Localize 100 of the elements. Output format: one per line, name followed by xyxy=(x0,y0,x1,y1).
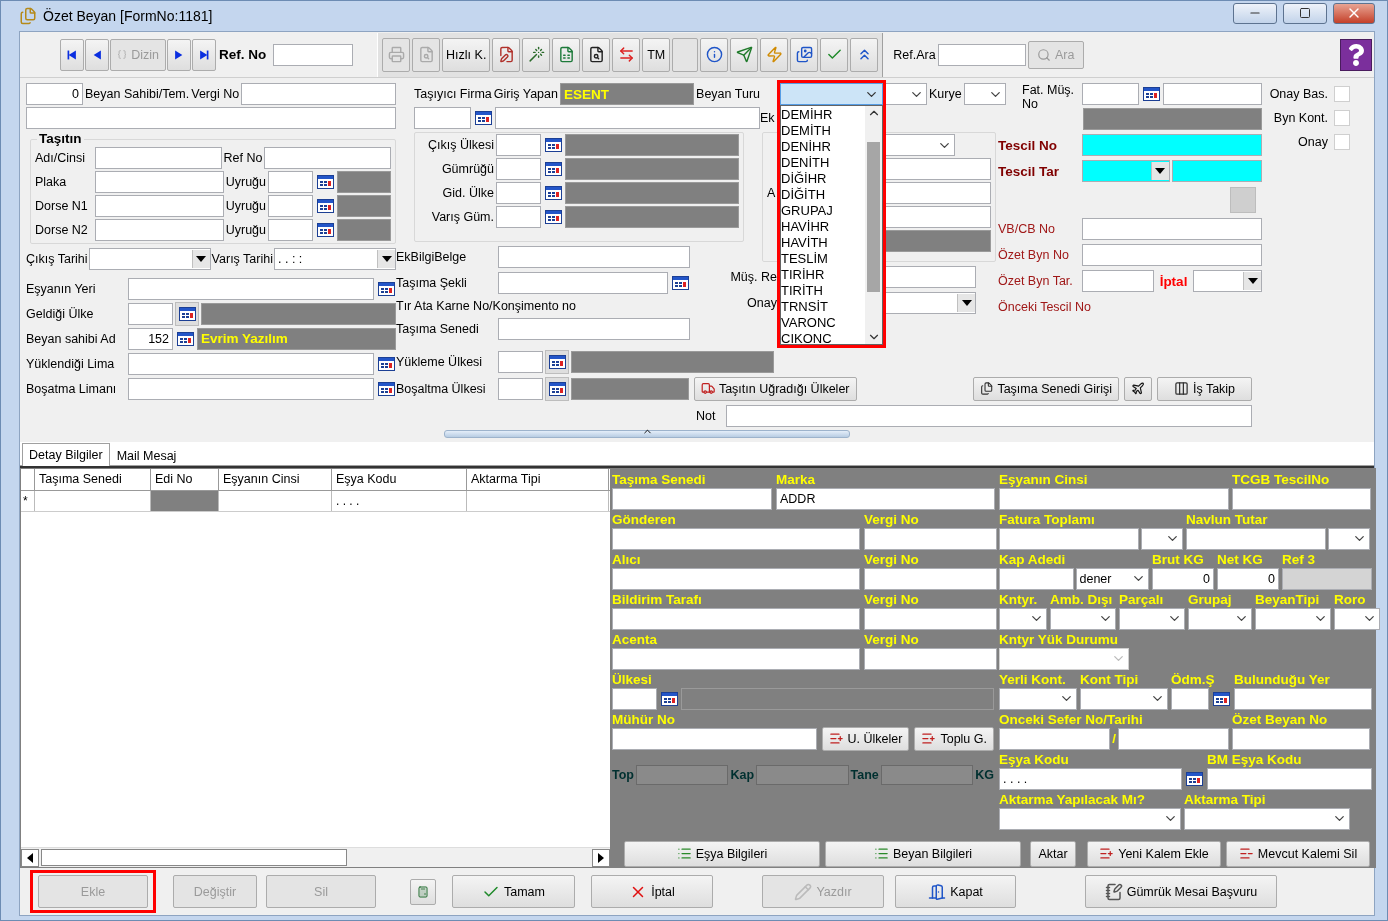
text-field[interactable] xyxy=(498,318,690,340)
text-field[interactable] xyxy=(496,158,541,180)
dropdown-option[interactable]: TRNSİT xyxy=(781,299,865,315)
dropdown-field[interactable] xyxy=(88,248,211,270)
text-field[interactable] xyxy=(612,647,860,670)
text-field[interactable] xyxy=(1082,244,1262,266)
toolbar-button[interactable]: TM xyxy=(642,37,671,72)
text-field[interactable] xyxy=(612,727,817,750)
text-field[interactable] xyxy=(498,377,543,400)
text-field[interactable] xyxy=(864,607,997,630)
text-field[interactable] xyxy=(726,404,1252,427)
tab[interactable]: Detay Bilgiler xyxy=(22,443,110,466)
text-field[interactable] xyxy=(264,147,391,169)
text-field[interactable] xyxy=(496,134,541,156)
dropdown-option[interactable]: TIRİTH xyxy=(781,283,865,299)
toolbar-button[interactable] xyxy=(790,37,819,72)
text-field[interactable] xyxy=(496,182,541,204)
lookup-button[interactable] xyxy=(545,349,569,374)
lookup-button[interactable] xyxy=(175,301,199,326)
lookup-icon[interactable] xyxy=(377,381,395,396)
text-field[interactable] xyxy=(999,727,1111,750)
action-button[interactable]: Yeni Kalem Ekle xyxy=(1087,840,1221,867)
text-field[interactable] xyxy=(414,107,471,129)
action-button[interactable]: Taşıtın Uğradığı Ülkeler xyxy=(693,376,857,401)
text-field[interactable] xyxy=(1082,134,1262,156)
text-field[interactable] xyxy=(1234,687,1372,710)
icon-button[interactable] xyxy=(1124,376,1152,401)
lookup-icon[interactable] xyxy=(316,223,334,237)
text-field[interactable] xyxy=(612,567,860,590)
text-field[interactable] xyxy=(95,171,224,193)
dropdown-field[interactable] xyxy=(780,83,883,105)
text-field[interactable] xyxy=(612,527,860,550)
text-field[interactable] xyxy=(128,352,374,375)
lookup-icon[interactable] xyxy=(377,281,395,296)
dropdown-field[interactable] xyxy=(1080,687,1168,710)
dropdown-field[interactable] xyxy=(999,647,1129,670)
dropdown-option[interactable]: GRUPAJ xyxy=(781,203,865,219)
text-field[interactable] xyxy=(1207,767,1372,790)
lookup-icon[interactable] xyxy=(548,354,566,369)
text-field[interactable]: 0 xyxy=(26,83,83,105)
text-field[interactable] xyxy=(498,350,543,373)
action-button[interactable]: Tamam xyxy=(452,875,575,908)
dropdown-option[interactable]: DİĞİHR xyxy=(781,171,865,187)
lookup-icon[interactable] xyxy=(176,331,194,346)
dropdown-field[interactable] xyxy=(999,687,1077,710)
dropdown-field[interactable] xyxy=(999,807,1181,830)
lookup-icon[interactable] xyxy=(474,111,492,125)
action-button[interactable]: Taşıma Senedi Girişi xyxy=(973,376,1119,401)
maximize-button[interactable] xyxy=(1283,2,1327,24)
text-field[interactable] xyxy=(612,687,657,710)
text-field[interactable] xyxy=(496,206,541,228)
text-field[interactable] xyxy=(1082,83,1139,105)
lookup-icon[interactable] xyxy=(544,162,562,176)
text-field[interactable] xyxy=(268,219,313,241)
dropdown-option[interactable]: VARONC xyxy=(781,315,865,331)
text-field[interactable] xyxy=(1186,527,1326,550)
dropdown-field[interactable] xyxy=(1193,270,1262,292)
action-button[interactable]: Toplu G. xyxy=(914,726,994,751)
text-field[interactable] xyxy=(1171,687,1209,710)
text-field[interactable] xyxy=(268,171,313,193)
text-field[interactable]: ADDR xyxy=(776,487,995,510)
action-button[interactable]: Mevcut Kalemi Sil xyxy=(1226,840,1370,867)
dropdown-option[interactable]: TIRİHR xyxy=(781,267,865,283)
text-field[interactable] xyxy=(241,83,396,105)
dropdown-field[interactable] xyxy=(963,83,1006,105)
dropdown-option[interactable]: HAVİTH xyxy=(781,235,865,251)
toolbar-button[interactable] xyxy=(582,37,611,72)
text-field[interactable] xyxy=(495,107,760,129)
text-field[interactable] xyxy=(95,147,222,169)
action-button[interactable]: Gümrük Mesai Başvuru xyxy=(1085,875,1277,908)
lookup-icon[interactable] xyxy=(178,306,196,321)
text-field[interactable] xyxy=(1232,487,1371,510)
text-field[interactable]: 0 xyxy=(1217,567,1279,590)
dropdown-field[interactable]: dener xyxy=(1075,567,1149,590)
lookup-icon[interactable] xyxy=(1185,771,1203,786)
splitter-handle[interactable] xyxy=(444,430,850,438)
dropdown-option[interactable]: DİĞİTH xyxy=(781,187,865,203)
dropdown-option[interactable]: DEMİHR xyxy=(781,107,865,123)
text-field[interactable] xyxy=(1082,270,1154,292)
dropdown-field[interactable] xyxy=(884,292,976,314)
text-field[interactable] xyxy=(864,647,997,670)
search-field[interactable] xyxy=(937,43,1026,66)
dropdown-field[interactable] xyxy=(885,83,927,105)
text-field[interactable]: 0 xyxy=(1152,567,1214,590)
lookup-icon[interactable] xyxy=(671,276,689,290)
dropdown-field[interactable] xyxy=(1082,160,1170,182)
text-field[interactable]: 152 xyxy=(128,327,173,350)
dropdown-field[interactable] xyxy=(1328,527,1370,550)
horizontal-scrollbar[interactable] xyxy=(21,847,610,867)
text-field[interactable] xyxy=(612,487,772,510)
dropdown-field[interactable] xyxy=(1188,607,1252,630)
dropdown-field[interactable] xyxy=(1255,607,1331,630)
text-field[interactable] xyxy=(612,607,860,630)
lookup-icon[interactable] xyxy=(1212,691,1230,706)
text-field[interactable] xyxy=(999,527,1139,550)
nav-button[interactable] xyxy=(60,38,84,71)
dropdown-field[interactable] xyxy=(1334,607,1380,630)
checkbox[interactable] xyxy=(1334,86,1350,102)
text-field[interactable] xyxy=(26,107,396,129)
table-cell[interactable] xyxy=(151,491,219,511)
